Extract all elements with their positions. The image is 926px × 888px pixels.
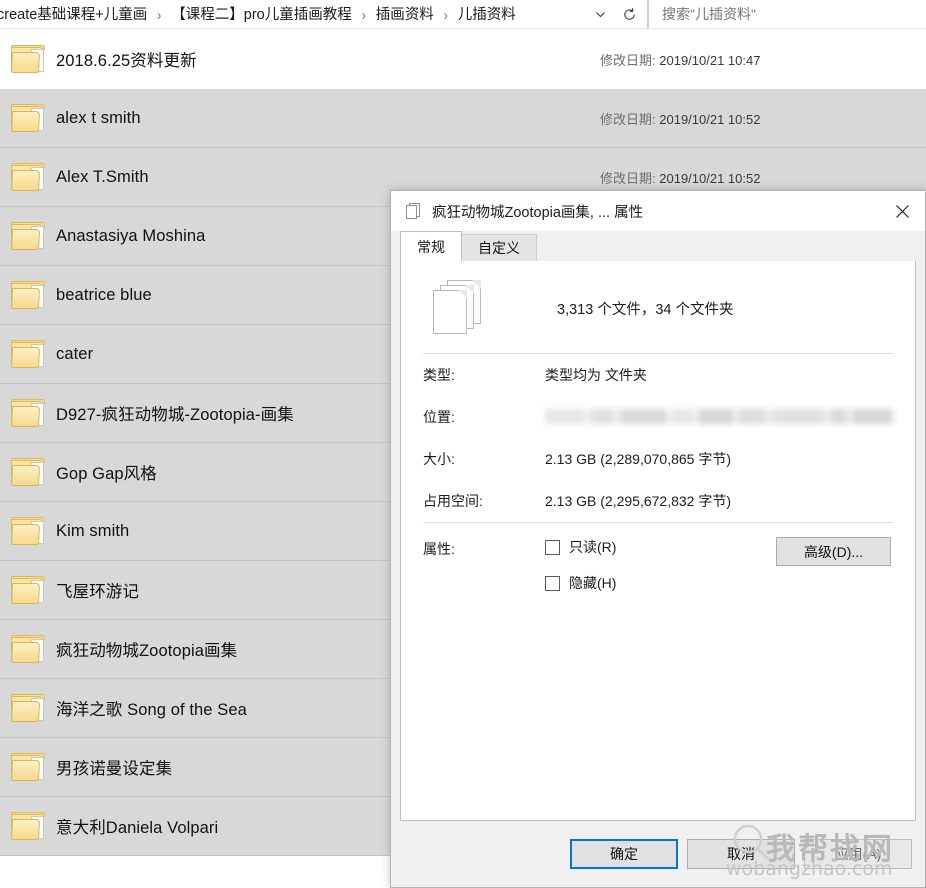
dialog-button[interactable]: 取消 <box>687 839 795 869</box>
file-name: 飞屋环游记 <box>56 583 139 601</box>
file-name: beatrice blue <box>56 285 152 304</box>
address-bar: create基础课程+儿童画 › 【课程二】pro儿童插画教程 › 插画资料 › 儿插资料 … <box>0 0 926 29</box>
selection-summary: 3,313 个文件，34 个文件夹 <box>557 301 734 318</box>
date-modified-value: 2019/10/21 10:52 <box>659 170 761 186</box>
folder-icon <box>0 399 56 427</box>
breadcrumb-item[interactable]: 插画资料 <box>373 5 437 25</box>
checkbox-label: 隐藏(H) <box>569 575 617 591</box>
dialog-button: 应用(A) <box>804 839 912 869</box>
attribute-checkbox-group[interactable]: 只读(R) 隐藏(H) <box>545 537 776 609</box>
property-value: 2.13 GB (2,295,672,832 字节) <box>545 493 731 509</box>
dialog-button[interactable]: 确定 <box>570 839 678 869</box>
folder-icon <box>0 281 56 309</box>
folder-icon <box>0 104 56 132</box>
file-name: 意大利Daniela Volpari <box>56 819 219 837</box>
file-name: 男孩诺曼设定集 <box>56 760 173 778</box>
checkbox-icon[interactable] <box>545 575 560 591</box>
folder-icon <box>0 45 56 73</box>
multi-file-icon <box>403 201 423 221</box>
search-box[interactable]: 搜索"儿插资料" <box>648 0 926 28</box>
dialog-tab-strip[interactable]: 常规 自定义 <box>391 231 925 261</box>
chevron-down-icon[interactable] <box>589 0 611 29</box>
breadcrumb-item[interactable]: 儿插资料 <box>455 5 519 25</box>
date-modified-value: 2019/10/21 10:47 <box>659 52 761 68</box>
dialog-button-bar: 确定 取消 应用(A) <box>391 821 925 887</box>
property-field: 位置: <box>423 396 893 438</box>
breadcrumb[interactable]: create基础课程+儿童画 › 【课程二】pro儿童插画教程 › 插画资料 › 儿插资料 <box>0 0 648 29</box>
file-name: Gop Gap风格 <box>56 465 157 483</box>
dialog-header: 3,313 个文件，34 个文件夹 <box>423 261 893 353</box>
property-field: 占用空间: 2.13 GB (2,295,672,832 字节) <box>423 480 893 522</box>
file-name: alex t smith <box>56 108 141 127</box>
folder-icon <box>0 635 56 663</box>
breadcrumb-separator-icon: › <box>157 5 162 24</box>
search-input-placeholder[interactable]: 搜索"儿插资料" <box>662 4 756 24</box>
dialog-title: 疯狂动物城Zootopia画集, ... 属性 <box>432 204 644 221</box>
file-name: D927-疯狂动物城-Zootopia-画集 <box>56 406 294 424</box>
breadcrumb-separator-icon: › <box>361 5 366 24</box>
dialog-title-bar[interactable]: 疯狂动物城Zootopia画集, ... 属性 <box>391 191 925 231</box>
folder-icon <box>0 753 56 781</box>
file-name: cater <box>56 344 94 363</box>
property-label: 位置: <box>423 409 455 425</box>
advanced-button[interactable]: 高级(D)... <box>776 537 891 566</box>
breadcrumb-item[interactable]: create基础课程+儿童画 <box>0 5 150 25</box>
date-modified-label: 修改日期: <box>600 170 656 186</box>
date-modified-value: 2019/10/21 10:52 <box>659 111 761 127</box>
attributes-row: 属性: 只读(R) 隐藏(H) 高级(D)... <box>423 523 893 609</box>
properties-dialog: 疯狂动物城Zootopia画集, ... 属性 常规 自定义 3,313 个文件，… <box>390 190 926 888</box>
files-stack-icon <box>431 280 493 336</box>
folder-icon <box>0 576 56 604</box>
folder-icon <box>0 163 56 191</box>
file-date-modified: 修改日期: 2019/10/21 10:52 <box>600 168 760 187</box>
file-name: 海洋之歌 Song of the Sea <box>56 701 247 719</box>
dialog-tab[interactable]: 自定义 <box>461 234 537 261</box>
property-label: 占用空间: <box>423 493 483 509</box>
file-list-row[interactable]: alex t smith 修改日期: 2019/10/21 10:52 <box>0 89 926 148</box>
date-modified-label: 修改日期: <box>600 111 656 127</box>
property-value-redacted <box>545 407 893 427</box>
attribute-checkbox[interactable]: 隐藏(H) <box>545 573 776 593</box>
property-value: 类型均为 文件夹 <box>545 367 647 383</box>
property-value: 2.13 GB (2,289,070,865 字节) <box>545 451 731 467</box>
file-list-row[interactable]: 2018.6.25资料更新 修改日期: 2019/10/21 10:47 <box>0 30 926 89</box>
folder-icon <box>0 694 56 722</box>
breadcrumb-separator-icon: › <box>443 5 448 24</box>
dialog-tab[interactable]: 常规 <box>400 231 462 261</box>
property-field: 类型: 类型均为 文件夹 <box>423 354 893 396</box>
folder-icon <box>0 517 56 545</box>
file-name: Kim smith <box>56 521 130 540</box>
folder-icon <box>0 222 56 250</box>
attributes-label: 属性: <box>423 541 455 557</box>
file-date-modified: 修改日期: 2019/10/21 10:47 <box>600 50 760 69</box>
checkbox-icon[interactable] <box>545 539 560 555</box>
checkbox-label: 只读(R) <box>569 539 617 555</box>
close-icon[interactable] <box>879 191 925 231</box>
property-fields: 类型: 类型均为 文件夹位置: 大小: 2.13 GB (2,289,070,865 … <box>423 354 893 522</box>
property-label: 大小: <box>423 451 455 467</box>
property-label: 类型: <box>423 367 455 383</box>
file-date-modified: 修改日期: 2019/10/21 10:52 <box>600 109 760 128</box>
file-name: Alex T.Smith <box>56 167 149 186</box>
refresh-icon[interactable] <box>615 0 643 29</box>
attribute-checkbox[interactable]: 只读(R) <box>545 537 776 557</box>
file-name: 2018.6.25资料更新 <box>56 52 197 70</box>
file-name: Anastasiya Moshina <box>56 226 206 245</box>
folder-icon <box>0 340 56 368</box>
breadcrumb-item[interactable]: 【课程二】pro儿童插画教程 <box>168 5 354 25</box>
property-field: 大小: 2.13 GB (2,289,070,865 字节) <box>423 438 893 480</box>
file-name: 疯狂动物城Zootopia画集 <box>56 642 238 660</box>
folder-icon <box>0 812 56 840</box>
date-modified-label: 修改日期: <box>600 52 656 68</box>
general-tab-panel: 3,313 个文件，34 个文件夹 类型: 类型均为 文件夹位置: 大小: 2.13 … <box>400 261 916 821</box>
folder-icon <box>0 458 56 486</box>
